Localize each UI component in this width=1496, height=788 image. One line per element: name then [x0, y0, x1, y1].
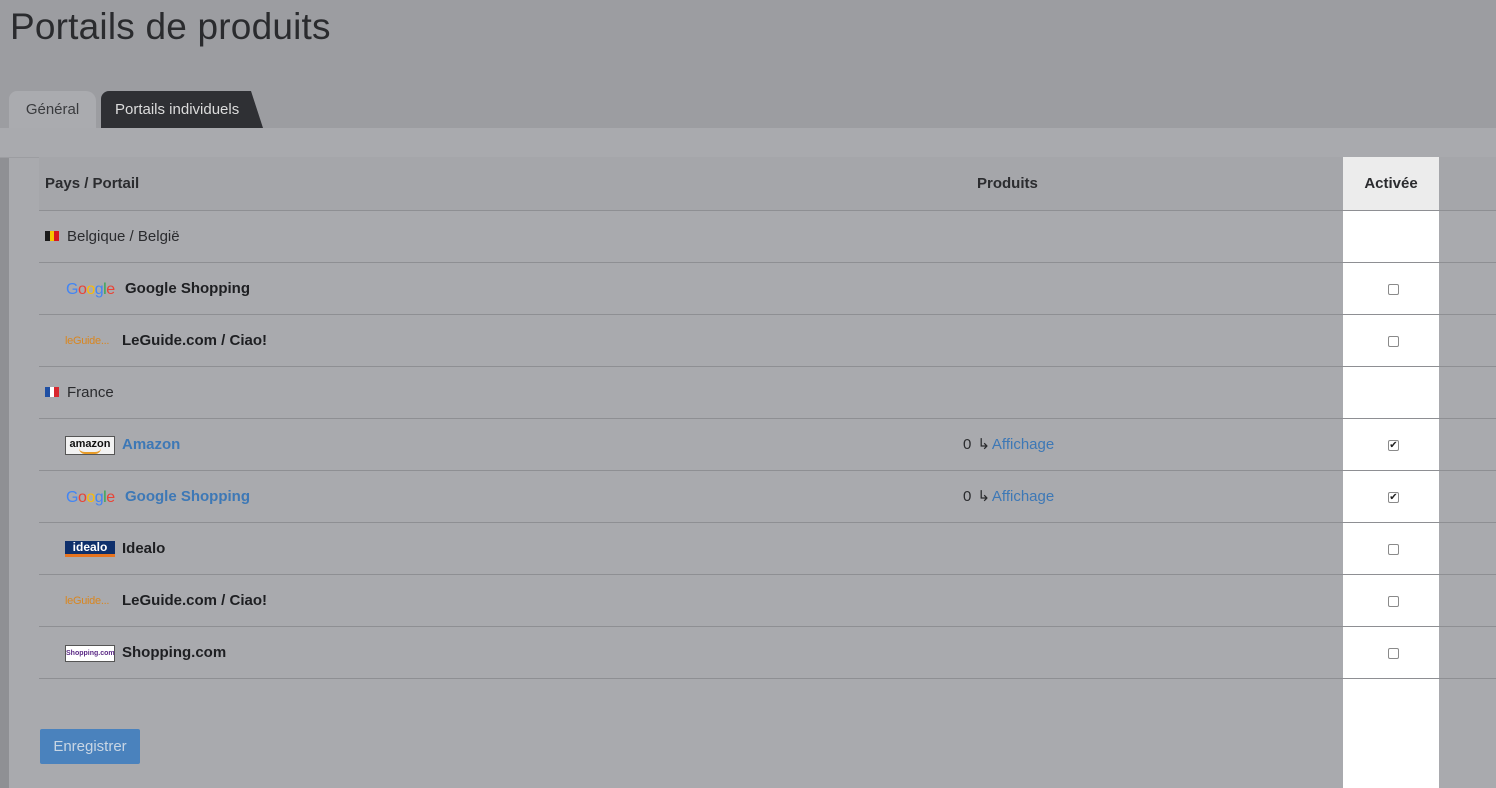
arrow-icon: ↳ [977, 436, 990, 453]
leguide-logo-text: leGuide... [65, 335, 110, 347]
active-checkbox[interactable]: ✔ [1388, 492, 1399, 503]
google-logo-icon: Google [66, 281, 115, 298]
products-cell: 0 ↳ Affichage [963, 471, 1054, 523]
shopping-logo-icon: Shopping.com [65, 645, 115, 662]
country-label: Belgique / België [67, 228, 180, 245]
portal-row: Google Google Shopping [39, 263, 1343, 315]
active-column [1343, 157, 1439, 788]
table-header-bg [39, 157, 1343, 210]
products-count: 0 [963, 488, 972, 505]
active-checkbox[interactable] [1388, 284, 1399, 295]
leguide-logo-icon: leGuide... [65, 332, 115, 351]
idealo-logo-text: idealo [72, 540, 108, 554]
header-country-portal: Pays / Portail [45, 175, 140, 192]
portal-name: Shopping.com [122, 644, 227, 661]
shopping-logo-text: Shopping.com [66, 650, 115, 657]
portal-name: Google Shopping [125, 280, 250, 297]
products-count: 0 [963, 436, 972, 453]
active-checkbox[interactable] [1388, 596, 1399, 607]
header-active: Activée [1364, 175, 1418, 192]
idealo-logo-icon: idealo [65, 541, 115, 557]
portal-row: Shopping.com Shopping.com [39, 627, 1343, 679]
amazon-logo-icon: amazon [65, 436, 115, 455]
leguide-logo-text: leGuide... [65, 595, 110, 607]
country-label: France [67, 384, 114, 401]
table-header-bg-right [1439, 157, 1496, 210]
active-checkbox[interactable] [1388, 336, 1399, 347]
portal-row: amazon Amazon 0 ↳ Affichage [39, 419, 1343, 471]
country-row: Belgique / België [39, 211, 1343, 263]
flag-icon [45, 231, 59, 242]
arrow-icon: ↳ [977, 488, 990, 505]
page-title: Portails de produits [10, 6, 331, 47]
portal-name: LeGuide.com / Ciao! [122, 332, 268, 349]
left-edge [0, 158, 9, 788]
leguide-logo-icon: leGuide... [65, 592, 115, 611]
portal-row: idealo Idealo [39, 523, 1343, 575]
view-products-link[interactable]: Affichage [992, 436, 1054, 453]
portal-name[interactable]: Google Shopping [125, 471, 250, 523]
country-name: Belgique / België [45, 211, 180, 263]
header-products: Produits [977, 175, 1038, 192]
portal-row: leGuide... LeGuide.com / Ciao! [39, 315, 1343, 367]
tab-individual-portals[interactable]: Portails individuels [101, 91, 263, 128]
row-divider [39, 678, 1496, 679]
tab-general[interactable]: Général [9, 91, 96, 128]
portal-name: LeGuide.com / Ciao! [122, 592, 268, 609]
products-cell: 0 ↳ Affichage [963, 419, 1054, 471]
active-checkbox[interactable] [1388, 544, 1399, 555]
flag-icon [45, 387, 59, 398]
google-logo-icon: Google [66, 489, 115, 506]
portal-row: Google Google Shopping 0 ↳ Affichage [39, 471, 1343, 523]
country-row: France [39, 367, 1343, 419]
active-checkbox[interactable]: ✔ [1388, 440, 1399, 451]
portal-name: Idealo [122, 540, 166, 557]
save-button[interactable]: Enregistrer [40, 729, 140, 764]
view-products-link[interactable]: Affichage [992, 488, 1054, 505]
amazon-logo-text: amazon [69, 438, 111, 450]
portal-row: leGuide... LeGuide.com / Ciao! [39, 575, 1343, 627]
portal-name[interactable]: Amazon [122, 419, 180, 471]
country-name: France [45, 367, 114, 419]
active-checkbox[interactable] [1388, 648, 1399, 659]
